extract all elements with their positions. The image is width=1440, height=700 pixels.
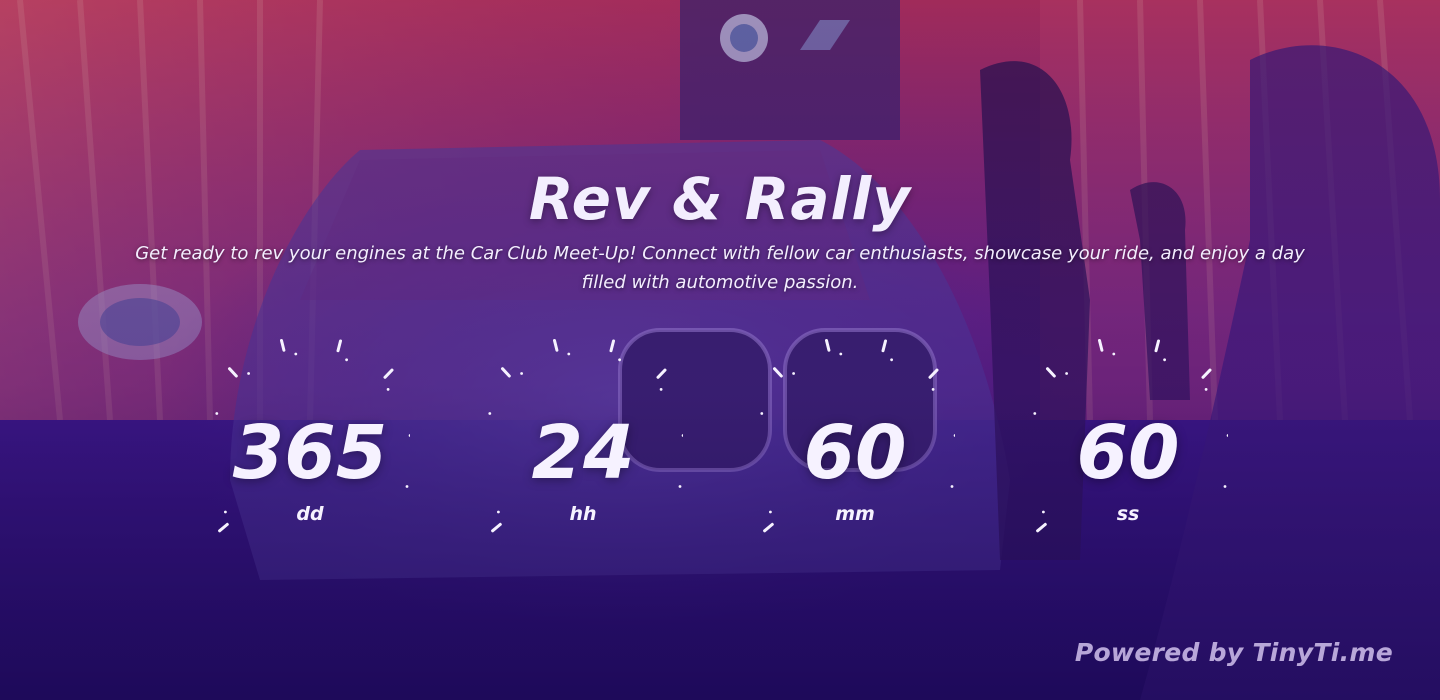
- countdown-minutes: 60 mm: [755, 325, 955, 535]
- dial-tick-icon: [656, 368, 667, 391]
- countdown-hours-value: 24: [531, 410, 635, 496]
- dial-tick-icon: [1154, 339, 1166, 362]
- dial-tick-icon: [609, 339, 621, 362]
- countdown-days-value: 365: [232, 410, 388, 496]
- countdown-days-label: dd: [296, 503, 324, 525]
- countdown-minutes-value: 60: [803, 410, 907, 496]
- dial-tick-icon: [383, 368, 394, 391]
- countdown-timer: 365 dd 24 hh 60 mm 60 ss: [0, 325, 1440, 535]
- dial-tick-icon: [228, 367, 250, 378]
- countdown-seconds-value: 60: [1076, 410, 1180, 496]
- dial-tick-icon: [1201, 368, 1212, 391]
- countdown-hours-label: hh: [569, 503, 597, 525]
- dial-tick-icon: [1046, 367, 1068, 378]
- countdown-seconds-label: ss: [1116, 503, 1140, 525]
- dial-tick-icon: [336, 339, 348, 362]
- countdown-days: 365 dd: [210, 325, 410, 535]
- event-title: Rev & Rally: [528, 165, 912, 233]
- countdown-minutes-label: mm: [835, 503, 875, 525]
- countdown-hours: 24 hh: [483, 325, 683, 535]
- dial-tick-icon: [881, 339, 893, 362]
- powered-by-link[interactable]: Powered by TinyTi.me: [1075, 638, 1393, 667]
- event-tagline: Get ready to rev your engines at the Car…: [135, 243, 1305, 293]
- dial-tick-icon: [1098, 339, 1116, 356]
- dial-tick-icon: [501, 367, 523, 378]
- dial-tick-icon: [928, 368, 939, 391]
- dial-tick-icon: [280, 339, 298, 356]
- dial-tick-icon: [825, 339, 843, 356]
- dial-tick-icon: [773, 367, 795, 378]
- countdown-seconds: 60 ss: [1028, 325, 1228, 535]
- dial-tick-icon: [553, 339, 571, 356]
- event-header: Rev & Rally Get ready to rev your engine…: [0, 165, 1440, 297]
